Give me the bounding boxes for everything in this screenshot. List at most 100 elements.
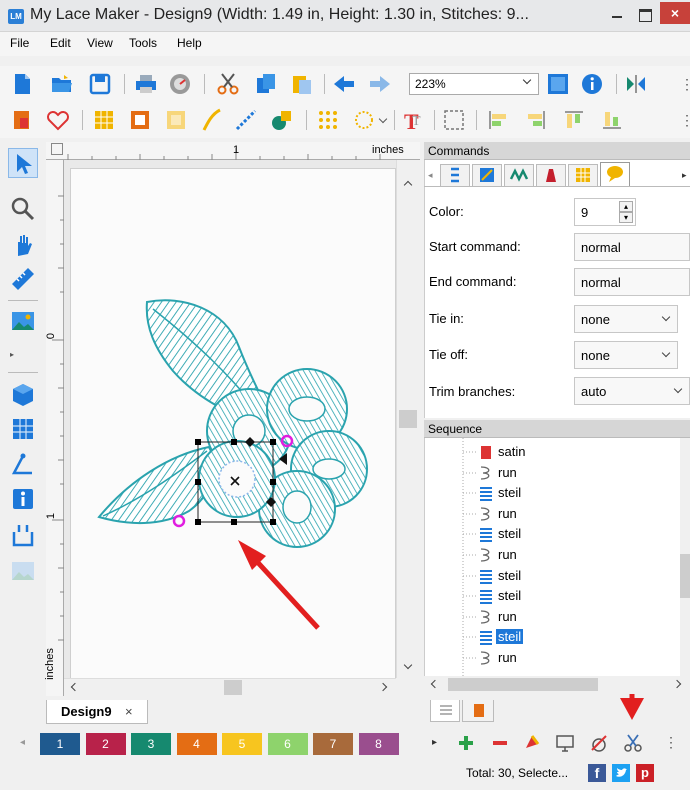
tab-comment[interactable]: [600, 162, 630, 186]
run-stitch-icon: [463, 548, 490, 562]
tab-fill[interactable]: [472, 164, 502, 186]
scroll-thumb[interactable]: [448, 678, 598, 691]
sequence-item-label: steil: [498, 567, 522, 583]
sequence-vertical-scrollbar[interactable]: [680, 438, 690, 676]
status-bar: Total: 30, Selecte... f p: [0, 760, 690, 790]
more-options-icon[interactable]: ⋮: [664, 734, 678, 751]
tab-satin[interactable]: [504, 164, 534, 186]
thread-off-icon[interactable]: [588, 732, 610, 754]
sequence-item-label: run: [498, 547, 517, 562]
palette-swatch[interactable]: 4: [176, 733, 217, 755]
start-command-label: Start command:: [429, 239, 521, 254]
document-tab-label: Design9: [61, 704, 112, 719]
palette-scroll-left-icon[interactable]: ◂: [20, 737, 25, 748]
sequence-item-label: run: [498, 464, 517, 480]
status-text: Total: 30, Selecte...: [466, 766, 569, 780]
run-stitch-icon: [463, 651, 490, 665]
trim-branches-label: Trim branches:: [429, 384, 516, 399]
sequence-item-label: run: [498, 608, 517, 624]
end-command-value: normal: [581, 275, 621, 290]
tie-in-value: none: [581, 312, 610, 327]
color-fill-icon[interactable]: [522, 732, 542, 754]
tab-book-view[interactable]: [462, 700, 494, 722]
tie-off-select[interactable]: none: [574, 341, 678, 369]
trim-branches-value: auto: [581, 384, 607, 399]
book-icon: [474, 704, 484, 717]
chevron-down-icon: [673, 384, 683, 394]
sequence-item[interactable]: run: [425, 648, 680, 668]
start-command-value: normal: [581, 240, 621, 255]
steil-stitch-icon: [463, 590, 492, 605]
sequence-item[interactable]: run: [425, 504, 680, 524]
run-icon: [451, 167, 459, 183]
start-command-select[interactable]: normal: [574, 233, 690, 261]
palette-swatch[interactable]: 1: [40, 733, 80, 755]
color-label: Color:: [429, 204, 464, 219]
tie-in-label: Tie in:: [429, 311, 464, 326]
spin-up-icon[interactable]: ▴: [619, 201, 633, 212]
document-tab[interactable]: Design9 ×: [46, 700, 148, 724]
palette-swatch[interactable]: 6: [267, 733, 308, 755]
sequence-horizontal-scrollbar[interactable]: [424, 676, 690, 694]
sequence-item[interactable]: steil: [425, 586, 680, 606]
color-spinner[interactable]: 9 ▴ ▾: [574, 198, 636, 226]
sequence-item-label: steil: [498, 485, 522, 501]
add-color-icon[interactable]: [456, 732, 476, 754]
sequence-item[interactable]: steil: [425, 566, 680, 586]
sequence-item-label: satin: [498, 444, 526, 459]
pinterest-icon[interactable]: p: [636, 764, 654, 782]
chevron-down-icon: [661, 312, 671, 322]
sequence-item[interactable]: steil: [425, 524, 680, 544]
spin-down-icon[interactable]: ▾: [619, 212, 633, 223]
steil-stitch-icon: [463, 487, 492, 502]
tab-machine[interactable]: [536, 164, 566, 186]
pattern-icon: [576, 168, 590, 182]
palette-swatch[interactable]: 7: [313, 733, 353, 755]
remove-color-icon[interactable]: [490, 732, 510, 754]
scroll-left-icon[interactable]: [430, 679, 440, 689]
sequence-item[interactable]: run: [425, 545, 680, 565]
end-command-select[interactable]: normal: [574, 268, 690, 296]
palette-scroll-right-icon[interactable]: ▸: [432, 737, 437, 748]
monitor-icon[interactable]: [554, 732, 576, 754]
sequence-item[interactable]: steil: [425, 483, 680, 503]
palette-swatch[interactable]: 5: [222, 733, 262, 755]
steil-stitch-icon: [463, 631, 492, 646]
close-tab-icon[interactable]: ×: [125, 704, 133, 719]
tab-list-view[interactable]: [430, 700, 460, 722]
twitter-icon[interactable]: [612, 764, 630, 782]
tie-off-value: none: [581, 348, 610, 363]
palette-swatch[interactable]: 2: [85, 733, 126, 755]
tie-off-label: Tie off:: [429, 347, 469, 362]
sequence-item-label: steil: [498, 526, 522, 542]
palette-swatch[interactable]: 8: [358, 733, 399, 755]
palette-swatch[interactable]: 3: [131, 733, 171, 755]
sequence-tree[interactable]: satin run steil run steil run steil steil run ste…: [424, 438, 680, 676]
tab-scroll-left-icon[interactable]: ◂: [428, 170, 433, 181]
tie-in-select[interactable]: none: [574, 305, 678, 333]
sequence-header: Sequence: [424, 420, 690, 438]
tab-scroll-right-icon[interactable]: ▸: [682, 170, 687, 181]
sequence-item[interactable]: satin: [425, 442, 680, 462]
sequence-item-label: steil: [496, 629, 524, 645]
chevron-down-icon: [661, 348, 671, 358]
color-value: 9: [581, 205, 589, 220]
sequence-item[interactable]: run: [425, 463, 680, 483]
sequence-item[interactable]: steil: [425, 627, 680, 647]
tab-run[interactable]: [440, 164, 470, 186]
steil-stitch-icon: [463, 528, 492, 543]
facebook-icon[interactable]: f: [588, 764, 606, 782]
scissors-icon[interactable]: [622, 732, 644, 754]
end-command-label: End command:: [429, 274, 517, 289]
sequence-item-label: run: [498, 505, 517, 521]
tab-pattern[interactable]: [568, 164, 598, 186]
run-stitch-icon: [463, 465, 490, 480]
scroll-thumb[interactable]: [680, 554, 690, 598]
machine-icon: [546, 169, 556, 182]
scroll-right-icon[interactable]: [672, 679, 682, 689]
commands-header: Commands: [424, 142, 690, 160]
sequence-item[interactable]: run: [425, 607, 680, 627]
trim-branches-select[interactable]: auto: [574, 377, 690, 405]
sequence-item-label: steil: [498, 588, 522, 604]
fill-icon: [480, 168, 494, 182]
